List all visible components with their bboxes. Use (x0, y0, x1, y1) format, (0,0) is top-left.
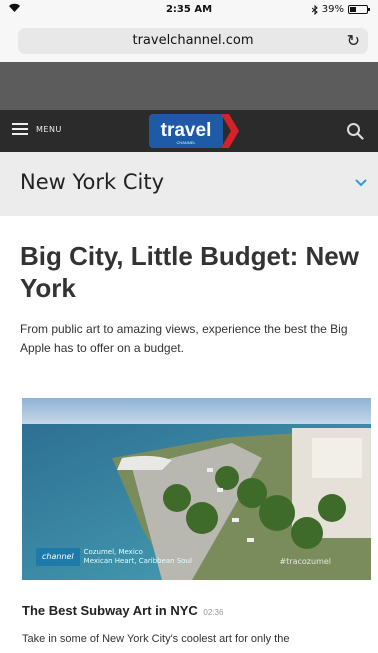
city-label: New York City (20, 170, 164, 194)
hashtag-watermark: #tracozumel (279, 557, 331, 566)
battery-percent: 39% (321, 4, 344, 15)
menu-button[interactable]: MENU (12, 123, 62, 135)
article-headline: Big City, Little Budget: New York (20, 241, 359, 303)
caption-line-1: Cozumel, Mexico (83, 548, 143, 556)
search-icon[interactable] (346, 122, 364, 140)
hero-video-thumbnail[interactable]: channel Cozumel, Mexico Mexican Heart, C… (22, 398, 371, 580)
travel-channel-logo[interactable]: travel CHANNEL (149, 114, 239, 148)
channel-badge: channel (36, 548, 80, 566)
status-bar: 2:35 AM 39% (0, 0, 378, 20)
chevron-down-icon[interactable] (354, 178, 368, 188)
bluetooth-icon (311, 4, 318, 15)
video-title-text: The Best Subway Art in NYC (22, 603, 198, 618)
video-title[interactable]: The Best Subway Art in NYC 02:36 (22, 603, 223, 618)
video-caption: channel Cozumel, Mexico Mexican Heart, C… (36, 546, 204, 568)
article-deck: From public art to amazing views, experi… (20, 322, 348, 355)
site-nav: MENU travel CHANNEL (0, 110, 378, 152)
reload-icon[interactable]: ↻ (347, 31, 360, 50)
url-text: travelchannel.com (132, 33, 254, 48)
caption-line-2: Mexican Heart, Caribbean Soul (83, 557, 192, 565)
video-duration: 02:36 (203, 608, 224, 617)
video-description: Take in some of New York City's coolest … (22, 633, 290, 645)
city-selector[interactable]: New York City (0, 152, 378, 216)
logo-text: travel (161, 120, 212, 141)
hamburger-icon (12, 123, 28, 135)
menu-label: MENU (36, 124, 62, 134)
browser-bar: travelchannel.com ↻ (0, 20, 378, 62)
battery-icon (348, 5, 370, 14)
logo-subtext: CHANNEL (176, 140, 196, 145)
ad-banner-placeholder (0, 62, 378, 110)
address-bar[interactable]: travelchannel.com ↻ (18, 28, 368, 54)
